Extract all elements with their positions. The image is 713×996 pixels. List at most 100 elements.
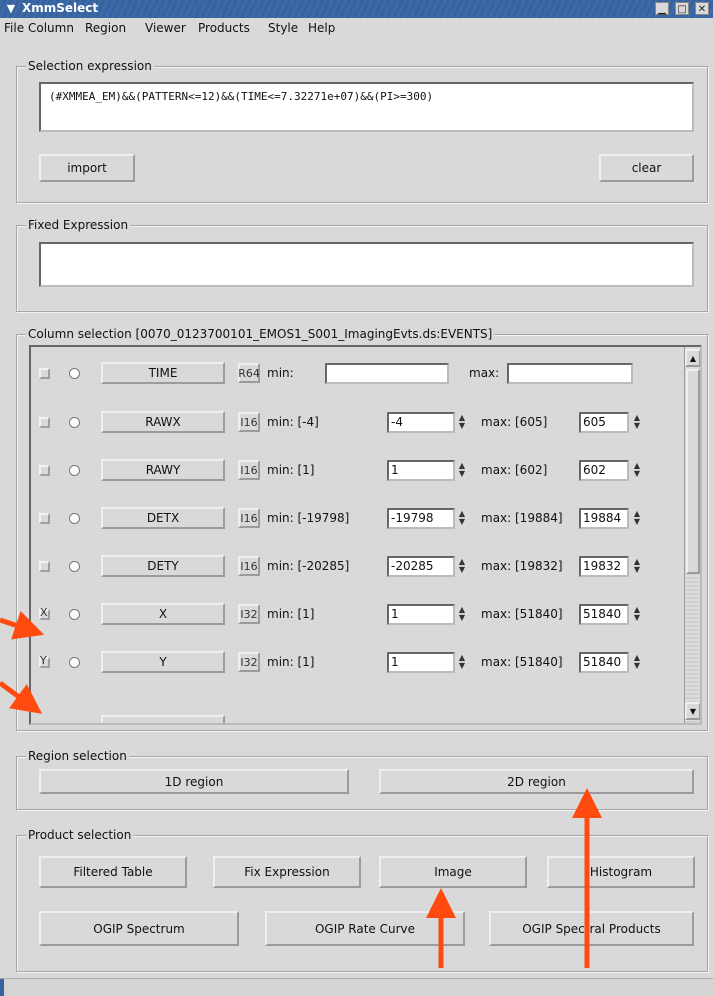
column-min-label: min: [267, 366, 294, 380]
column-name-button[interactable]: RAWX [101, 411, 225, 433]
xmmselect-window: ▼ XmmSelect ▁ □ ✕ File Column Region Vie… [0, 0, 713, 996]
column-radio[interactable] [69, 368, 80, 379]
column-scrollbar[interactable]: ▲ ▼ [684, 347, 700, 723]
ogip-spectral-products-button[interactable]: OGIP Spectral Products [489, 911, 694, 946]
column-min-input[interactable]: -19798 [387, 508, 455, 529]
column-max-label: max: [602] [481, 463, 548, 477]
selection-expression-label: Selection expression [26, 59, 154, 73]
ogip-rate-curve-button[interactable]: OGIP Rate Curve [265, 911, 465, 946]
column-radio[interactable] [69, 561, 80, 572]
menu-help[interactable]: Help [308, 21, 335, 35]
column-type-badge: I32 [238, 652, 260, 672]
column-max-input[interactable] [507, 363, 633, 384]
column-radio[interactable] [69, 609, 80, 620]
menu-file[interactable]: File [4, 21, 24, 35]
region-selection-label: Region selection [26, 749, 129, 763]
column-min-label: min: [-4] [267, 415, 319, 429]
selection-expression-input[interactable]: (#XMMEA_EM)&&(PATTERN<=12)&&(TIME<=7.322… [39, 82, 694, 132]
column-min-input[interactable]: -20285 [387, 556, 455, 577]
column-select-checkbox[interactable] [39, 368, 50, 379]
ogip-spectrum-button[interactable]: OGIP Spectrum [39, 911, 239, 946]
menu-column[interactable]: Column [28, 21, 74, 35]
maximize-icon[interactable]: □ [675, 2, 689, 15]
column-min-input[interactable] [325, 363, 449, 384]
2d-region-button[interactable]: 2D region [379, 769, 694, 794]
status-bar [0, 978, 713, 996]
min-spin-arrows-icon[interactable]: ▲ ▼ [455, 654, 469, 671]
column-max-input[interactable]: 602 [579, 460, 629, 481]
column-max-label: max: [51840] [481, 607, 563, 621]
min-spin-arrows-icon[interactable]: ▲ ▼ [455, 462, 469, 479]
column-max-input[interactable]: 51840 [579, 604, 629, 625]
column-radio[interactable] [69, 657, 80, 668]
filtered-table-button[interactable]: Filtered Table [39, 856, 187, 888]
scroll-up-icon[interactable]: ▲ [685, 349, 700, 367]
menu-products[interactable]: Products [198, 21, 250, 35]
selection-expression-group: Selection expression (#XMMEA_EM)&&(PATTE… [16, 59, 708, 203]
menu-viewer[interactable]: Viewer [145, 21, 186, 35]
column-type-badge: I32 [238, 604, 260, 624]
close-icon[interactable]: ✕ [695, 2, 709, 15]
window-menu-icon[interactable]: ▼ [4, 2, 18, 15]
title-bar[interactable]: ▼ XmmSelect ▁ □ ✕ [0, 0, 713, 18]
column-name-button[interactable]: DETX [101, 507, 225, 529]
max-spin-arrows-icon[interactable]: ▲ ▼ [630, 606, 644, 623]
min-spin-arrows-icon[interactable]: ▲ ▼ [455, 558, 469, 575]
fix-expression-button[interactable]: Fix Expression [213, 856, 361, 888]
column-min-label: min: [1] [267, 655, 315, 669]
min-spin-arrows-icon[interactable]: ▲ ▼ [455, 510, 469, 527]
column-min-input[interactable]: 1 [387, 460, 455, 481]
menu-style[interactable]: Style [268, 21, 298, 35]
column-name-button[interactable]: X [101, 603, 225, 625]
column-select-checkbox[interactable] [39, 561, 50, 572]
menu-region[interactable]: Region [85, 21, 126, 35]
column-list: TIME R64 min: max: RAWX I16 min: [-4] -4 ▲ ▼ max:… [29, 345, 702, 725]
column-name-button[interactable]: RAWY [101, 459, 225, 481]
clear-button[interactable]: clear [599, 154, 694, 182]
column-type-badge: I16 [238, 508, 260, 528]
minimize-icon[interactable]: ▁ [655, 2, 669, 15]
column-select-checkbox[interactable]: Y [39, 654, 50, 668]
min-spin-arrows-icon[interactable]: ▲ ▼ [455, 414, 469, 431]
max-spin-arrows-icon[interactable]: ▲ ▼ [630, 510, 644, 527]
column-min-label: min: [-20285] [267, 559, 350, 573]
column-radio[interactable] [69, 465, 80, 476]
column-type-badge: I16 [238, 556, 260, 576]
column-min-input[interactable]: -4 [387, 412, 455, 433]
column-name-button[interactable] [101, 715, 225, 723]
column-max-label: max: [51840] [481, 655, 563, 669]
column-min-input[interactable]: 1 [387, 652, 455, 673]
column-max-label: max: [469, 366, 500, 380]
scroll-thumb[interactable] [686, 369, 700, 574]
column-select-checkbox[interactable] [39, 513, 50, 524]
image-button[interactable]: Image [379, 856, 527, 888]
window-title: XmmSelect [22, 1, 99, 15]
histogram-button[interactable]: Histogram [547, 856, 695, 888]
column-max-label: max: [605] [481, 415, 548, 429]
fixed-expression-input[interactable] [39, 242, 694, 287]
max-spin-arrows-icon[interactable]: ▲ ▼ [630, 654, 644, 671]
max-spin-arrows-icon[interactable]: ▲ ▼ [630, 558, 644, 575]
column-max-input[interactable]: 51840 [579, 652, 629, 673]
column-name-button[interactable]: Y [101, 651, 225, 673]
column-name-button[interactable]: DETY [101, 555, 225, 577]
column-min-input[interactable]: 1 [387, 604, 455, 625]
max-spin-arrows-icon[interactable]: ▲ ▼ [630, 462, 644, 479]
max-spin-arrows-icon[interactable]: ▲ ▼ [630, 414, 644, 431]
column-selection-label: Column selection [0070_0123700101_EMOS1_… [26, 327, 495, 341]
column-select-checkbox[interactable]: X [39, 606, 50, 620]
column-max-input[interactable]: 19832 [579, 556, 629, 577]
column-radio[interactable] [69, 417, 80, 428]
column-max-input[interactable]: 605 [579, 412, 629, 433]
column-max-input[interactable]: 19884 [579, 508, 629, 529]
min-spin-arrows-icon[interactable]: ▲ ▼ [455, 606, 469, 623]
column-min-label: min: [1] [267, 463, 315, 477]
column-name-button[interactable]: TIME [101, 362, 225, 384]
1d-region-button[interactable]: 1D region [39, 769, 349, 794]
column-max-label: max: [19884] [481, 511, 563, 525]
column-select-checkbox[interactable] [39, 465, 50, 476]
column-select-checkbox[interactable] [39, 417, 50, 428]
import-button[interactable]: import [39, 154, 135, 182]
scroll-down-icon[interactable]: ▼ [685, 702, 700, 720]
column-radio[interactable] [69, 513, 80, 524]
